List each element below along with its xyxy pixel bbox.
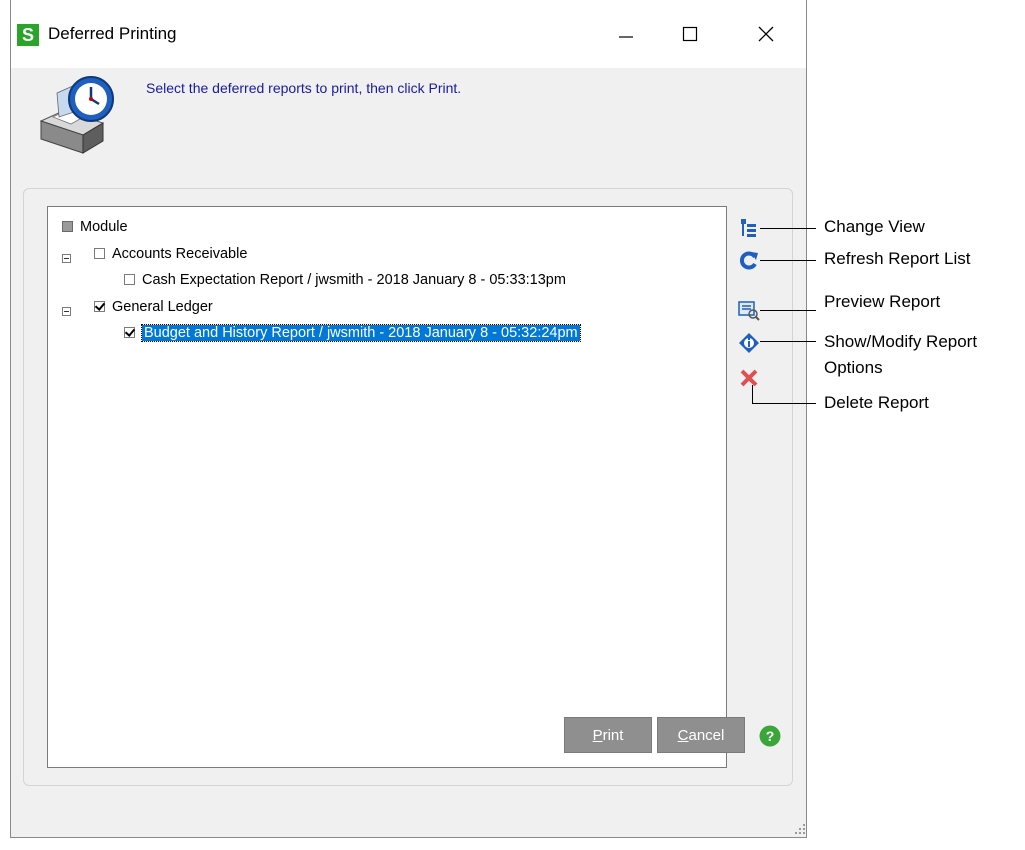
print-accelerator: P bbox=[592, 727, 603, 744]
minimize-button[interactable] bbox=[601, 16, 651, 54]
print-label: rint bbox=[602, 727, 624, 744]
tree-root-module[interactable]: Module bbox=[62, 216, 128, 238]
callout-line-preview bbox=[760, 310, 816, 311]
preview-icon bbox=[738, 301, 760, 321]
callout-refresh: Refresh Report List bbox=[824, 249, 971, 268]
cancel-accelerator: C bbox=[677, 727, 689, 744]
cancel-label: ancel bbox=[688, 727, 725, 744]
header-area: Select the deferred reports to print, th… bbox=[11, 68, 806, 168]
app-logo-icon: S bbox=[17, 24, 39, 46]
callout-preview: Preview Report bbox=[824, 292, 941, 311]
module-checkbox[interactable] bbox=[62, 221, 73, 232]
minimize-icon bbox=[619, 36, 633, 38]
callout-line-options bbox=[760, 341, 816, 342]
tree-group-general-ledger[interactable]: General Ledger bbox=[94, 296, 213, 318]
general-ledger-checkbox[interactable] bbox=[94, 301, 105, 312]
print-button[interactable]: Print bbox=[564, 717, 652, 753]
deferred-printer-clock-icon bbox=[39, 76, 114, 154]
callout-options-line2: Options bbox=[824, 358, 883, 377]
close-button[interactable] bbox=[741, 16, 791, 54]
report-label: Cash Expectation Report / jwsmith - 2018… bbox=[142, 272, 566, 288]
maximize-icon bbox=[682, 26, 698, 42]
budget-and-history-report-checkbox[interactable] bbox=[124, 327, 135, 338]
deferred-printing-window: S Deferred Printing Select the deferred … bbox=[10, 0, 807, 838]
callout-line-refresh bbox=[760, 260, 816, 261]
tree-group-accounts-receivable[interactable]: Accounts Receivable bbox=[94, 243, 247, 265]
change-view-button[interactable] bbox=[738, 217, 760, 239]
delete-icon bbox=[740, 369, 758, 387]
group-label: Accounts Receivable bbox=[112, 246, 248, 262]
cancel-button[interactable]: Cancel bbox=[657, 717, 745, 753]
tree-root-label: Module bbox=[80, 219, 128, 235]
change-view-icon bbox=[741, 219, 756, 237]
close-icon bbox=[758, 26, 774, 42]
delete-report-button[interactable] bbox=[738, 367, 760, 389]
callout-change-view: Change View bbox=[824, 217, 925, 236]
reports-panel: Module Accounts Receivable Cash Expectat… bbox=[23, 188, 793, 786]
refresh-report-list-button[interactable] bbox=[738, 249, 760, 271]
instruction-text: Select the deferred reports to print, th… bbox=[146, 80, 462, 96]
show-modify-report-options-button[interactable] bbox=[738, 332, 760, 354]
tree-item-budget-and-history-report[interactable]: Budget and History Report / jwsmith - 20… bbox=[124, 322, 581, 344]
group-label: General Ledger bbox=[112, 299, 213, 315]
report-tree[interactable]: Module Accounts Receivable Cash Expectat… bbox=[47, 206, 727, 768]
callout-delete: Delete Report bbox=[824, 393, 929, 412]
callout-line-delete bbox=[752, 403, 816, 404]
svg-text:?: ? bbox=[766, 728, 775, 744]
report-label-selected: Budget and History Report / jwsmith - 20… bbox=[141, 324, 581, 342]
help-button[interactable]: ? bbox=[759, 725, 781, 747]
callout-line-delete-vertical bbox=[752, 385, 753, 404]
preview-report-button[interactable] bbox=[738, 299, 760, 321]
cash-expectation-report-checkbox[interactable] bbox=[124, 274, 135, 285]
callout-line-change-view bbox=[760, 228, 816, 229]
title-bar: S Deferred Printing bbox=[11, 0, 806, 68]
help-icon: ? bbox=[759, 725, 781, 747]
tree-item-cash-expectation-report[interactable]: Cash Expectation Report / jwsmith - 2018… bbox=[124, 269, 566, 291]
callout-options-line1: Show/Modify Report bbox=[824, 332, 978, 351]
collapse-general-ledger-button[interactable] bbox=[62, 307, 71, 316]
accounts-receivable-checkbox[interactable] bbox=[94, 248, 105, 259]
window-title: Deferred Printing bbox=[48, 24, 177, 43]
maximize-button[interactable] bbox=[665, 16, 715, 54]
collapse-accounts-receivable-button[interactable] bbox=[62, 254, 71, 263]
options-icon bbox=[739, 333, 759, 353]
refresh-icon bbox=[740, 251, 758, 270]
resize-grip-icon[interactable] bbox=[793, 822, 807, 836]
